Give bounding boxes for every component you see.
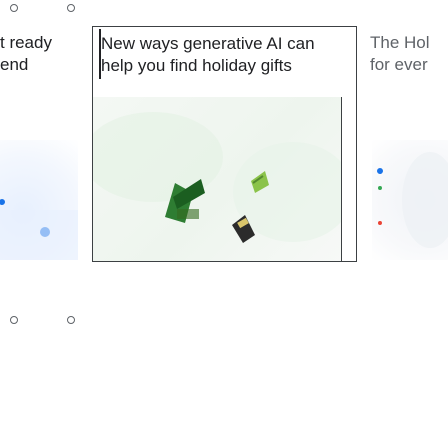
article-card-focused-title[interactable]: New ways generative AI can help you find… [101, 33, 315, 77]
carousel-dot-bottom-1[interactable] [10, 316, 18, 324]
article-card-right-image [372, 140, 448, 260]
carousel-dot-top-2[interactable] [67, 4, 75, 12]
article-card-focused-title-line2: help you find holiday gifts [101, 56, 292, 75]
article-card-focused-image [93, 97, 342, 261]
carousel-dot-top-1[interactable] [10, 4, 18, 12]
article-card-left-title: t ready end [0, 32, 52, 76]
gift-illustration-icon [93, 112, 341, 243]
article-card-right-title: The Hol for ever [370, 32, 430, 76]
abstract-shape-icon [377, 152, 448, 248]
article-card-focused[interactable]: New ways generative AI can help you find… [92, 26, 357, 262]
carousel-dot-bottom-2[interactable] [67, 316, 75, 324]
abstract-shape-icon [0, 199, 78, 260]
article-card-right-title-line2: for ever [370, 55, 428, 74]
article-card-right-title-line1: The Hol [370, 33, 430, 52]
article-card-focused-title-line1: New ways generative AI can [101, 34, 315, 53]
article-card-left-title-line2: end [0, 55, 29, 74]
article-card-left-image [0, 140, 78, 260]
article-card-left-title-line1: t ready [0, 33, 52, 52]
